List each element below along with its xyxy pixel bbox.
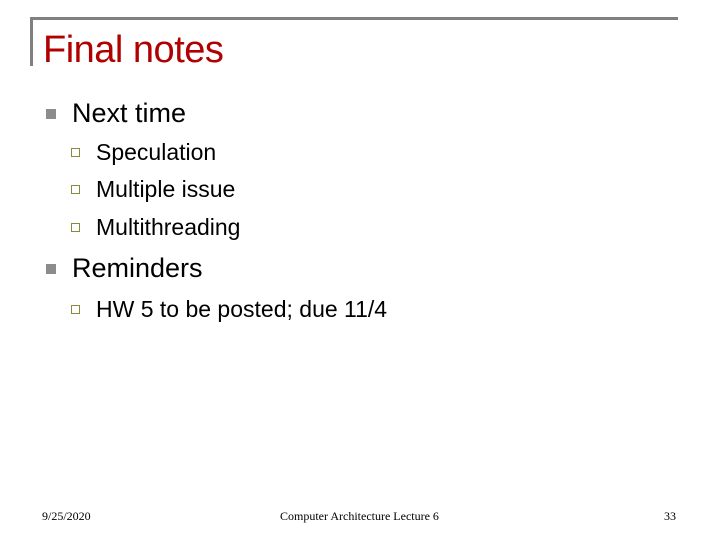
bullet-label: Reminders (72, 253, 203, 283)
sub-bullet-multiple-issue: Multiple issue (0, 175, 720, 203)
bullet-reminders: Reminders (0, 252, 720, 284)
footer-date: 9/25/2020 (42, 509, 91, 523)
bullet-next-time: Next time (0, 97, 720, 129)
footer-page-number: 33 (664, 509, 676, 523)
sub-bullet-label: Speculation (96, 139, 217, 165)
sub-bullet-label: Multiple issue (96, 176, 236, 202)
footer-course-title: Computer Architecture Lecture 6 (280, 509, 439, 523)
hollow-square-bullet-icon (71, 305, 80, 314)
square-bullet-icon (46, 264, 56, 274)
sub-bullet-speculation: Speculation (0, 138, 720, 166)
sub-bullet-hw5: HW 5 to be posted; due 11/4 (0, 295, 720, 323)
sub-bullet-label: HW 5 to be posted; due 11/4 (96, 296, 388, 322)
square-bullet-icon (46, 109, 56, 119)
title-frame-left-line (30, 17, 33, 66)
hollow-square-bullet-icon (71, 148, 80, 157)
hollow-square-bullet-icon (71, 223, 80, 232)
bullet-label: Next time (72, 98, 187, 128)
slide-title: Final notes (43, 29, 224, 71)
sub-bullet-label: Multithreading (96, 214, 241, 240)
sub-bullet-multithreading: Multithreading (0, 213, 720, 241)
hollow-square-bullet-icon (71, 185, 80, 194)
title-frame-top-line (30, 17, 678, 20)
